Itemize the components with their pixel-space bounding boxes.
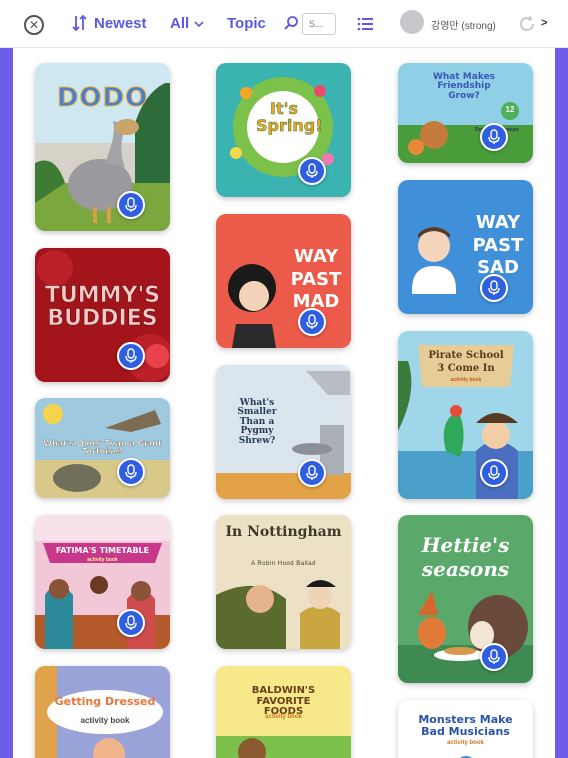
microphone-icon[interactable] — [480, 123, 508, 151]
search-input[interactable] — [302, 13, 336, 35]
sort-dropdown[interactable]: Newest — [72, 14, 147, 32]
book-title: In Nottingham — [225, 524, 342, 540]
cover-art — [35, 666, 170, 758]
book-subtitle: activity book — [265, 714, 302, 720]
book-card-older-than-tortoise[interactable]: What's Older Than a Giant Tortoise? — [35, 398, 170, 498]
book-title: What's Smaller Than a Pygmy Shrew? — [237, 398, 277, 446]
book-card-way-past-sad[interactable]: WAY PAST SAD — [398, 180, 533, 314]
microphone-icon[interactable] — [117, 191, 145, 219]
cover-art — [35, 515, 170, 649]
microphone-icon[interactable] — [298, 459, 326, 487]
filter-dropdown[interactable]: All — [170, 15, 204, 32]
book-title: WAY PAST MAD — [290, 246, 342, 312]
book-grid: DODO TUMMY'S BUDDIES What's Older Than a… — [13, 48, 555, 758]
book-subtitle: A Robin Hood Ballad — [251, 561, 316, 567]
microphone-icon[interactable] — [298, 308, 326, 336]
book-title: BALDWIN'S FAVORITE FOODS — [251, 685, 316, 717]
book-number: 12 — [505, 105, 515, 114]
book-title: TUMMY'S BUDDIES — [44, 283, 161, 332]
book-title: DODO — [56, 83, 149, 113]
content-frame: DODO TUMMY'S BUDDIES What's Older Than a… — [0, 48, 568, 758]
sort-label: Newest — [94, 14, 147, 32]
microphone-icon[interactable] — [117, 458, 145, 486]
top-toolbar: ✕ Newest All Topic 강영만 (strong) > — [0, 0, 568, 48]
book-card-dodo[interactable]: DODO — [35, 63, 170, 231]
book-card-friendship-grow[interactable]: What Makes Friendship Grow? 12 Dotty D A… — [398, 63, 533, 163]
avatar[interactable] — [400, 10, 424, 34]
refresh-icon[interactable] — [518, 15, 536, 33]
book-title: FATIMA'S TIMETABLE — [55, 546, 150, 555]
book-title: What's Older Than a Giant Tortoise? — [43, 439, 162, 457]
book-title: Pirate School 3 Come In — [428, 350, 504, 374]
book-card-fatimas-timetable[interactable]: FATIMA'S TIMETABLE activity book — [35, 515, 170, 649]
more-arrow-button[interactable]: > — [541, 17, 547, 29]
book-card-getting-dressed[interactable]: Getting Dressed activity book — [35, 666, 170, 758]
book-title: Monsters Make Bad Musicians — [418, 713, 513, 738]
book-subtitle: activity book — [450, 377, 482, 383]
microphone-icon[interactable] — [117, 609, 145, 637]
book-card-monsters-bad-musicians[interactable]: Monsters Make Bad Musicians activity boo… — [398, 700, 533, 758]
book-title: What Makes Friendship Grow? — [432, 72, 496, 101]
book-card-in-nottingham[interactable]: In Nottingham A Robin Hood Ballad — [216, 515, 351, 649]
user-name: 강영만 (strong) — [431, 21, 496, 32]
book-card-baldwins-favorite-foods[interactable]: BALDWIN'S FAVORITE FOODS activity book — [216, 666, 351, 758]
search-icon[interactable] — [283, 15, 299, 31]
book-card-tummys-buddies[interactable]: TUMMY'S BUDDIES — [35, 248, 170, 382]
filter-label: All — [170, 15, 190, 32]
close-icon[interactable]: ✕ — [24, 15, 44, 35]
book-card-way-past-mad[interactable]: WAY PAST MAD — [216, 214, 351, 348]
book-subtitle: activity book — [87, 557, 118, 563]
book-card-hetties-seasons[interactable]: Hettie's seasons — [398, 515, 533, 683]
sort-icon — [72, 14, 87, 32]
book-title: WAY PAST SAD — [472, 212, 524, 278]
book-title: Getting Dressed — [54, 695, 156, 708]
book-title: Hettie's seasons — [421, 533, 510, 581]
book-title: It's Spring! — [256, 99, 323, 135]
microphone-icon[interactable] — [298, 157, 326, 185]
book-card-smaller-than-shrew[interactable]: What's Smaller Than a Pygmy Shrew? — [216, 365, 351, 499]
topic-button[interactable]: Topic — [227, 15, 266, 32]
chevron-down-icon — [194, 20, 204, 27]
book-subtitle: activity book — [447, 740, 484, 746]
book-subtitle: activity book — [80, 716, 130, 725]
list-view-icon[interactable] — [357, 17, 373, 31]
book-card-pirate-school[interactable]: Pirate School 3 Come In activity book — [398, 331, 533, 499]
microphone-icon[interactable] — [480, 274, 508, 302]
microphone-icon[interactable] — [480, 459, 508, 487]
microphone-icon[interactable] — [117, 342, 145, 370]
microphone-icon[interactable] — [480, 643, 508, 671]
book-card-its-spring[interactable]: It's Spring! — [216, 63, 351, 197]
